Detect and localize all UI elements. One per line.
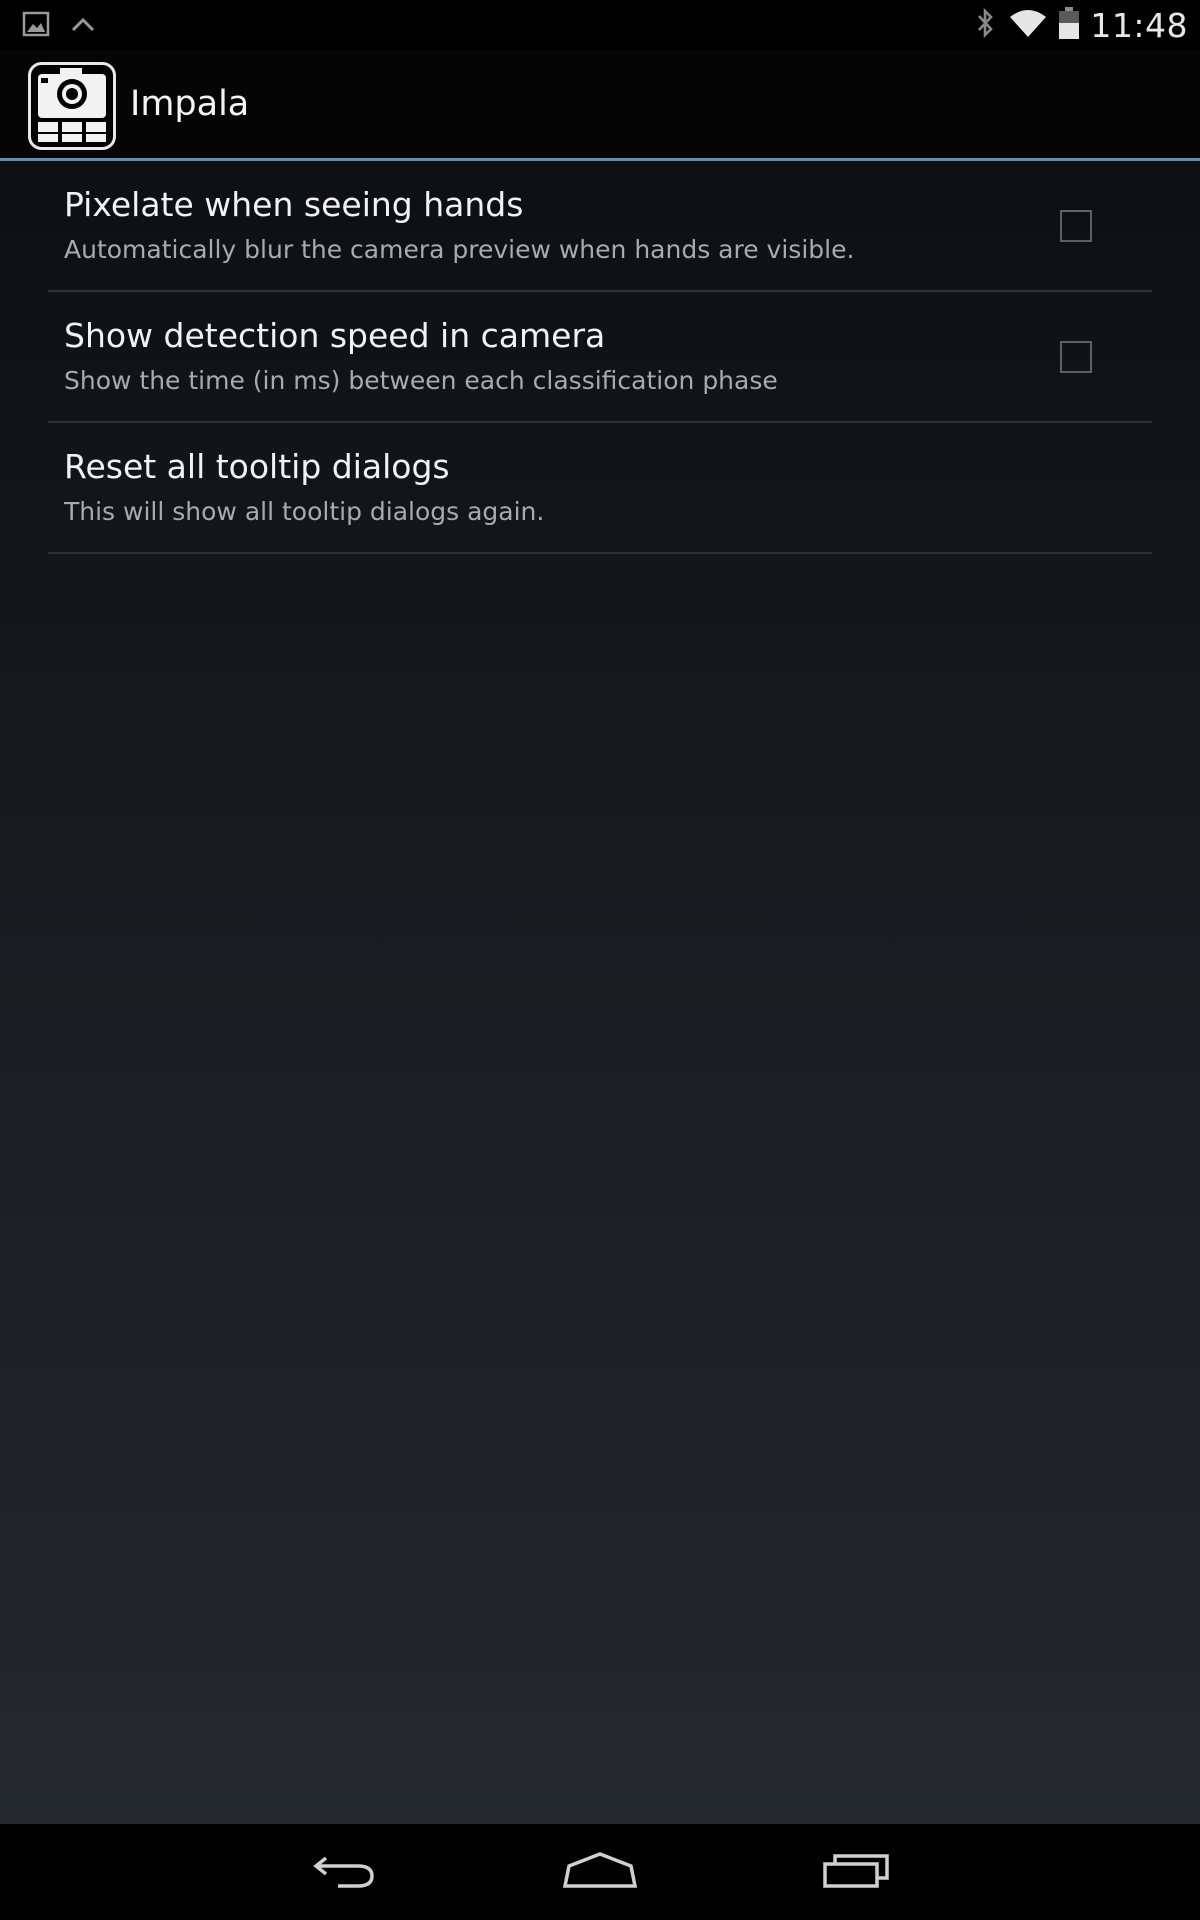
settings-screen: 11:48 Impala Pixelate when seeing hands … — [0, 0, 1200, 1920]
pref-show-detection-speed[interactable]: Show detection speed in camera Show the … — [48, 292, 1152, 423]
battery-icon — [1058, 6, 1080, 44]
notification-area[interactable] — [22, 10, 96, 42]
app-title: Impala — [130, 84, 250, 124]
detection-speed-checkbox[interactable] — [1060, 341, 1092, 373]
clock: 11:48 — [1090, 5, 1188, 45]
recents-button[interactable] — [812, 1842, 902, 1902]
status-bar: 11:48 — [0, 0, 1200, 50]
pref-summary: Automatically blur the camera preview wh… — [64, 235, 855, 264]
pref-summary: This will show all tooltip dialogs again… — [64, 497, 545, 526]
back-icon — [308, 1848, 378, 1896]
preference-list: Pixelate when seeing hands Automatically… — [48, 161, 1152, 554]
pixelate-hands-checkbox[interactable] — [1060, 210, 1092, 242]
action-bar: Impala — [0, 50, 1200, 161]
pref-reset-tooltips[interactable]: Reset all tooltip dialogs This will show… — [48, 423, 1152, 554]
gallery-notification-icon — [22, 10, 50, 42]
camera-app-icon[interactable] — [28, 62, 116, 150]
wifi-icon — [1008, 7, 1048, 43]
back-button[interactable] — [298, 1842, 388, 1902]
pref-title: Pixelate when seeing hands — [64, 185, 524, 224]
pref-title: Reset all tooltip dialogs — [64, 447, 450, 486]
bluetooth-icon — [972, 6, 998, 44]
navigation-bar — [0, 1824, 1200, 1920]
home-icon — [562, 1850, 638, 1894]
pref-summary: Show the time (in ms) between each class… — [64, 366, 778, 395]
system-icons: 11:48 — [972, 0, 1188, 50]
recents-icon — [821, 1850, 893, 1894]
pref-pixelate-hands[interactable]: Pixelate when seeing hands Automatically… — [48, 161, 1152, 292]
chevron-up-icon — [70, 14, 96, 38]
pref-title: Show detection speed in camera — [64, 316, 606, 355]
home-button[interactable] — [555, 1842, 645, 1902]
